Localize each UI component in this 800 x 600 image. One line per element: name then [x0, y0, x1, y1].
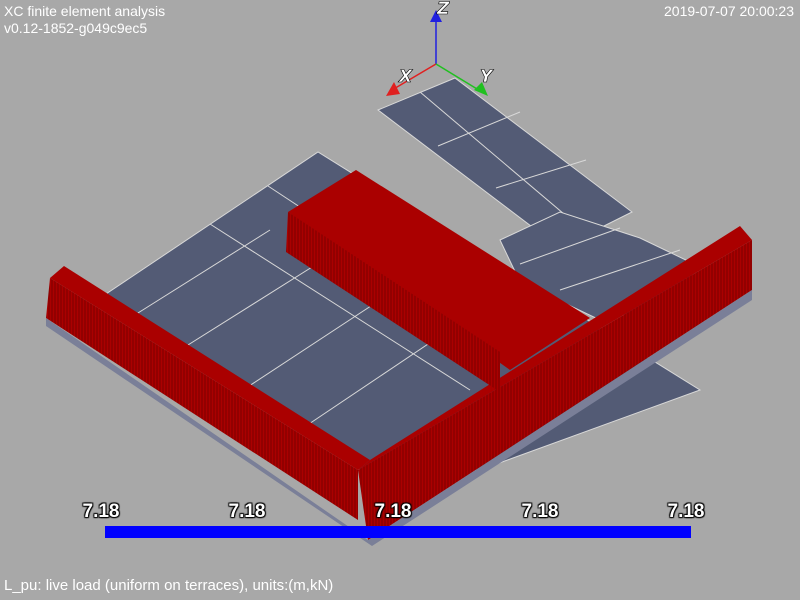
version-string: v0.12-1852-g049c9ec5 — [4, 20, 148, 36]
timestamp: 2019-07-07 20:00:23 — [664, 3, 794, 19]
scale-tick-label: 7.18 — [667, 501, 705, 522]
axis-z-label: Z — [436, 0, 450, 19]
axis-x-label: X — [398, 67, 413, 87]
scale-tick-label: 7.18 — [228, 501, 266, 522]
axis-x-arrow — [386, 82, 400, 96]
scale-tick-label: 7.18 — [82, 501, 120, 522]
axis-triad: Z X Y — [386, 0, 494, 96]
scale-color-bar — [105, 526, 691, 538]
app-title: XC finite element analysis — [4, 3, 166, 19]
axis-y-label: Y — [480, 67, 494, 87]
scale-tick-label: 7.18 — [521, 501, 559, 522]
scale-tick-label: 7.18 — [374, 501, 412, 522]
load-caption: L_pu: live load (uniform on terraces), u… — [4, 577, 334, 594]
